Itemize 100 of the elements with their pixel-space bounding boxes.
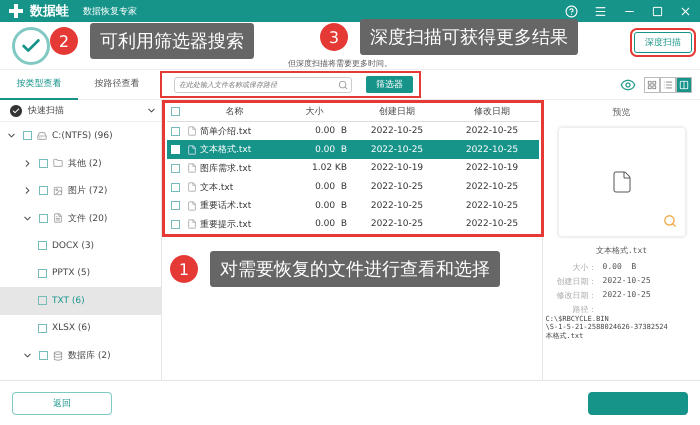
- table-cell-text: 2022-10-25: [464, 144, 520, 155]
- callout-bubble: 可利用筛选器搜索: [90, 23, 254, 59]
- checkbox[interactable]: [39, 351, 48, 360]
- database-icon: [53, 350, 63, 361]
- document-icon: [187, 219, 197, 230]
- table-cell-text: 2022-10-19: [370, 163, 424, 174]
- document-icon: [187, 163, 197, 174]
- table-cell-text: 2022-10-25: [370, 182, 424, 192]
- table-cell-text: 2022-10-19: [464, 163, 520, 174]
- preview-title: 预览: [612, 106, 630, 119]
- table-cell-text: 2022-10-25: [464, 200, 520, 211]
- field-label: 路径：: [572, 304, 596, 315]
- back-button[interactable]: 返回: [12, 392, 112, 414]
- checkbox[interactable]: [171, 126, 180, 136]
- tree-item[interactable]: DOCX (3): [0, 232, 161, 260]
- checkbox[interactable]: [38, 324, 47, 333]
- checkbox[interactable]: [171, 220, 180, 229]
- document-icon: [187, 144, 197, 155]
- table-row[interactable]: 重要提示.txt 0.00 B 2022-10-25 2022-10-25: [167, 215, 539, 234]
- checkbox[interactable]: [23, 131, 32, 140]
- check-icon: [10, 104, 22, 116]
- table-cell-text: 2022-10-25: [464, 219, 520, 230]
- app-name: 数据蛙: [30, 3, 69, 20]
- table-row[interactable]: 简单介绍.txt 0.00 B 2022-10-25 2022-10-25: [167, 122, 539, 140]
- checkbox[interactable]: [171, 201, 180, 210]
- scan-mode: 快速扫描: [28, 104, 64, 117]
- document-icon: [53, 213, 63, 224]
- checkbox[interactable]: [38, 241, 47, 250]
- check-icon: [12, 27, 50, 65]
- tree-label: C:(NTFS) (96): [52, 130, 113, 141]
- step-badge: 1: [170, 255, 198, 283]
- image-icon: [53, 186, 63, 196]
- menu-icon[interactable]: [594, 4, 607, 18]
- detail-view-button[interactable]: [676, 76, 692, 92]
- drive-icon: [37, 130, 47, 141]
- view-tab[interactable]: 按类型查看: [0, 70, 78, 100]
- column-header[interactable]: 名称: [187, 105, 282, 118]
- filter-button[interactable]: 筛选器: [366, 76, 413, 93]
- checkbox[interactable]: [39, 186, 48, 196]
- tree-item[interactable]: 其他 (2): [0, 150, 161, 177]
- callout-bubble: 深度扫描可获得更多结果: [360, 19, 578, 55]
- maximize-icon[interactable]: [652, 6, 663, 16]
- tree-label: XLSX (6): [52, 323, 91, 334]
- table-cell-text: 0.00 B: [314, 182, 347, 192]
- table-row[interactable]: 文本格式.txt 0.00 B 2022-10-25 2022-10-25: [167, 140, 539, 160]
- logo-icon: [8, 3, 24, 19]
- checkbox[interactable]: [38, 268, 47, 278]
- table-cell-text: 0.00 B: [314, 126, 347, 136]
- table-cell-text: 简单介绍.txt: [200, 126, 252, 138]
- table-cell-text: 1.02 KB: [311, 163, 347, 174]
- tree-label: TXT (6): [52, 296, 85, 306]
- tree-item[interactable]: XLSX (6): [0, 314, 161, 342]
- table-row[interactable]: 文本.txt 0.00 B 2022-10-25 2022-10-25: [167, 178, 539, 196]
- scan-note: 但深度扫描将需要更多时间。: [288, 58, 392, 69]
- table-cell-text: 2022-10-25: [464, 126, 520, 136]
- checkbox[interactable]: [39, 158, 48, 168]
- tree-label: 其他 (2): [68, 158, 102, 170]
- list-view-button[interactable]: [660, 76, 676, 92]
- columns-icon: [679, 80, 689, 90]
- table-row[interactable]: 重要话术.txt 0.00 B 2022-10-25 2022-10-25: [167, 196, 539, 216]
- eye-icon[interactable]: [620, 76, 636, 92]
- checkbox[interactable]: [171, 107, 180, 116]
- search-icon[interactable]: [662, 214, 676, 228]
- table-cell-text: 2022-10-25: [370, 219, 424, 230]
- tree-item[interactable]: 图片 (72): [0, 177, 161, 204]
- table-cell-text: 重要话术.txt: [200, 200, 252, 212]
- app-subtitle: 数据恢复专家: [83, 6, 137, 18]
- help-icon[interactable]: [565, 4, 578, 18]
- table-cell-text: 重要提示.txt: [200, 218, 252, 231]
- tree-item[interactable]: 数据库 (2): [0, 342, 161, 370]
- callout-bubble: 对需要恢复的文件进行查看和选择: [210, 251, 500, 287]
- table-row[interactable]: 图库需求.txt 1.02 KB 2022-10-19 2022-10-19: [167, 159, 539, 178]
- checkbox[interactable]: [171, 164, 180, 173]
- table-cell-text: 2022-10-25: [370, 144, 424, 155]
- tree-item[interactable]: PPTX (5): [0, 260, 161, 287]
- column-header[interactable]: 修改日期: [447, 105, 537, 118]
- grid-icon: [647, 80, 657, 90]
- column-header[interactable]: 大小: [282, 105, 347, 118]
- table-cell-text: 0.00 B: [314, 219, 347, 230]
- grid-view-button[interactable]: [644, 76, 660, 92]
- step-badge: 3: [320, 23, 348, 51]
- checkbox[interactable]: [171, 182, 180, 192]
- field-value: 0.00 B: [602, 262, 638, 273]
- step-badge: 2: [50, 27, 78, 55]
- table-cell-text: 2022-10-25: [370, 126, 424, 136]
- tree-item[interactable]: 文件 (20): [0, 204, 161, 232]
- tree-item[interactable]: C:(NTFS) (96): [0, 122, 161, 150]
- checkbox[interactable]: [39, 214, 48, 223]
- tree-label: DOCX (3): [52, 240, 94, 251]
- checkbox[interactable]: [38, 296, 47, 306]
- view-tab[interactable]: 按路径查看: [78, 70, 156, 100]
- column-header[interactable]: 创建日期: [347, 105, 447, 118]
- document-icon: [187, 182, 197, 192]
- close-icon[interactable]: [679, 4, 692, 18]
- folder-icon: [53, 158, 63, 168]
- field-value: 2022-10-25: [602, 290, 652, 301]
- tree-label: PPTX (5): [52, 268, 90, 278]
- recover-button[interactable]: [588, 392, 688, 414]
- table-cell-text: 0.00 B: [314, 200, 347, 211]
- field-label: 创建日期：: [556, 276, 596, 287]
